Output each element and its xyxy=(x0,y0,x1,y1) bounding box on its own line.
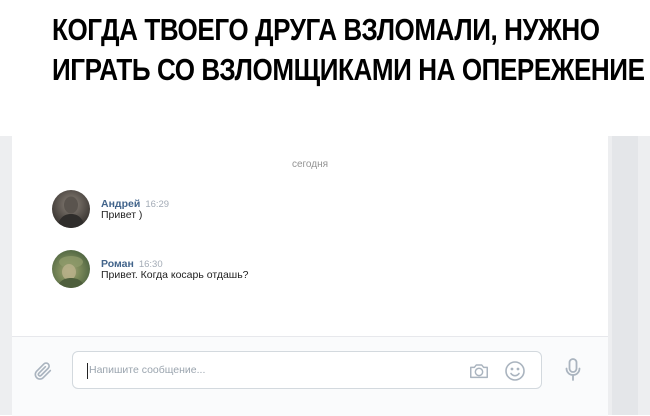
message-text: Привет ) xyxy=(101,209,143,221)
messenger-window: сегодня Андрей 16:29 Привет ) Роман 16:3… xyxy=(0,136,650,416)
chat-history[interactable]: сегодня Андрей 16:29 Привет ) Роман 16:3… xyxy=(12,136,608,336)
camera-icon[interactable] xyxy=(468,360,490,382)
caption-line-2: ИГРАТЬ СО ВЗЛОМЩИКАМИ НА ОПЕРЕЖЕНИЕ xyxy=(52,52,645,87)
message-input-box[interactable] xyxy=(72,351,542,389)
microphone-icon[interactable] xyxy=(563,357,583,383)
smile-icon[interactable] xyxy=(503,359,527,383)
avatar[interactable] xyxy=(52,190,90,228)
avatar[interactable] xyxy=(52,250,90,288)
message-time[interactable]: 16:29 xyxy=(145,199,169,210)
date-divider: сегодня xyxy=(291,159,329,170)
text-caret xyxy=(87,363,88,379)
message-composer xyxy=(12,336,608,416)
paperclip-icon[interactable] xyxy=(32,360,54,382)
scrollbar[interactable] xyxy=(612,136,638,415)
message-input[interactable] xyxy=(89,360,449,380)
meme-caption: КОГДА ТВОЕГО ДРУГА ВЗЛОМАЛИ, НУЖНО ИГРАТ… xyxy=(52,10,645,90)
caption-line-1: КОГДА ТВОЕГО ДРУГА ВЗЛОМАЛИ, НУЖНО xyxy=(52,12,600,47)
message-text: Привет. Когда косарь отдашь? xyxy=(101,269,249,281)
